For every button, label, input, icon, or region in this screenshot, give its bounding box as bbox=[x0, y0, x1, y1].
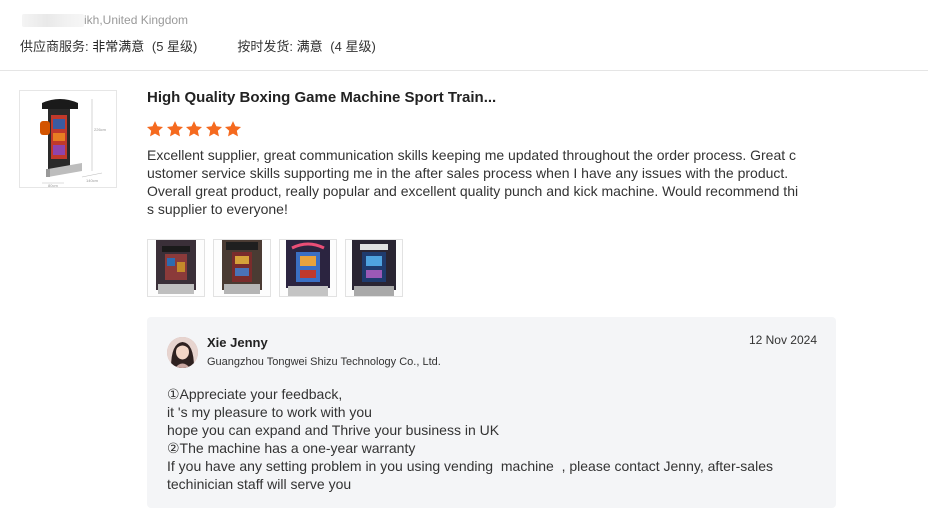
avatar-image bbox=[167, 337, 198, 368]
svg-text:226cm: 226cm bbox=[94, 127, 107, 132]
reply-line: hope you can expand and Thrive your busi… bbox=[167, 422, 500, 438]
reply-author-name: Xie Jenny bbox=[207, 335, 268, 350]
svg-text:140cm: 140cm bbox=[86, 178, 99, 183]
star-icon bbox=[185, 121, 203, 137]
reply-line: If you have any setting problem in you u… bbox=[167, 458, 773, 474]
review-photo-icon bbox=[346, 240, 402, 296]
reply-company-name[interactable]: Guangzhou Tongwei Shizu Technology Co., … bbox=[207, 356, 441, 368]
star-icon bbox=[146, 121, 164, 137]
review-photo-3[interactable] bbox=[279, 239, 337, 297]
star-icon bbox=[224, 121, 242, 137]
reply-line: ②The machine has a one-year warranty bbox=[167, 440, 416, 456]
product-thumbnail[interactable]: 226cm 140cm 80cm bbox=[19, 90, 117, 188]
rating-supplier-service: 供应商服务: 非常满意 (5 星级) bbox=[20, 36, 197, 55]
supplier-ratings: 供应商服务: 非常满意 (5 星级) 按时发货: 满意 (4 星级) bbox=[20, 36, 416, 55]
star-icon bbox=[205, 121, 222, 137]
review-text: Excellent supplier, great communication … bbox=[147, 147, 799, 217]
reply-date: 12 Nov 2024 bbox=[748, 333, 817, 347]
rating-stars-text: (5 星级) bbox=[151, 39, 198, 54]
boxing-machine-image: 226cm 140cm 80cm bbox=[20, 91, 116, 188]
rating-value: 非常满意 bbox=[92, 39, 145, 54]
product-title[interactable]: High Quality Boxing Game Machine Sport T… bbox=[147, 89, 496, 106]
review-header: ikh,United Kingdom 供应商服务: 非常满意 (5 星级) 按时… bbox=[0, 0, 928, 71]
review-photo-icon bbox=[214, 240, 270, 296]
review-photo-icon bbox=[280, 240, 336, 296]
rating-on-time-shipment: 按时发货: 满意 (4 星级) bbox=[237, 36, 375, 55]
svg-text:80cm: 80cm bbox=[48, 183, 58, 187]
rating-label: 供应商服务: bbox=[20, 39, 89, 54]
reviewer-name-blurred bbox=[22, 13, 84, 27]
avatar bbox=[167, 337, 198, 368]
review-star-rating bbox=[146, 120, 244, 138]
reply-line: ①Appreciate your feedback, bbox=[167, 386, 343, 402]
reply-text: ①Appreciate your feedback, it 's my plea… bbox=[167, 385, 817, 493]
review-photo-4[interactable] bbox=[345, 239, 403, 297]
review-photo-gallery bbox=[147, 239, 411, 297]
rating-stars-text: (4 星级) bbox=[330, 39, 376, 54]
rating-value: 满意 bbox=[296, 39, 323, 54]
supplier-reply: Xie Jenny Guangzhou Tongwei Shizu Techno… bbox=[147, 317, 836, 508]
reply-line: it 's my pleasure to work with you bbox=[167, 404, 372, 420]
review-photo-1[interactable] bbox=[147, 239, 205, 297]
reviewer-location: ikh,United Kingdom bbox=[84, 13, 189, 27]
star-icon bbox=[166, 121, 183, 137]
review-photo-icon bbox=[148, 240, 204, 296]
reviewer-info: ikh,United Kingdom bbox=[22, 12, 188, 28]
rating-label: 按时发货: bbox=[237, 39, 294, 54]
reply-line: techinician staff will serve you bbox=[167, 476, 352, 492]
review-photo-2[interactable] bbox=[213, 239, 271, 297]
